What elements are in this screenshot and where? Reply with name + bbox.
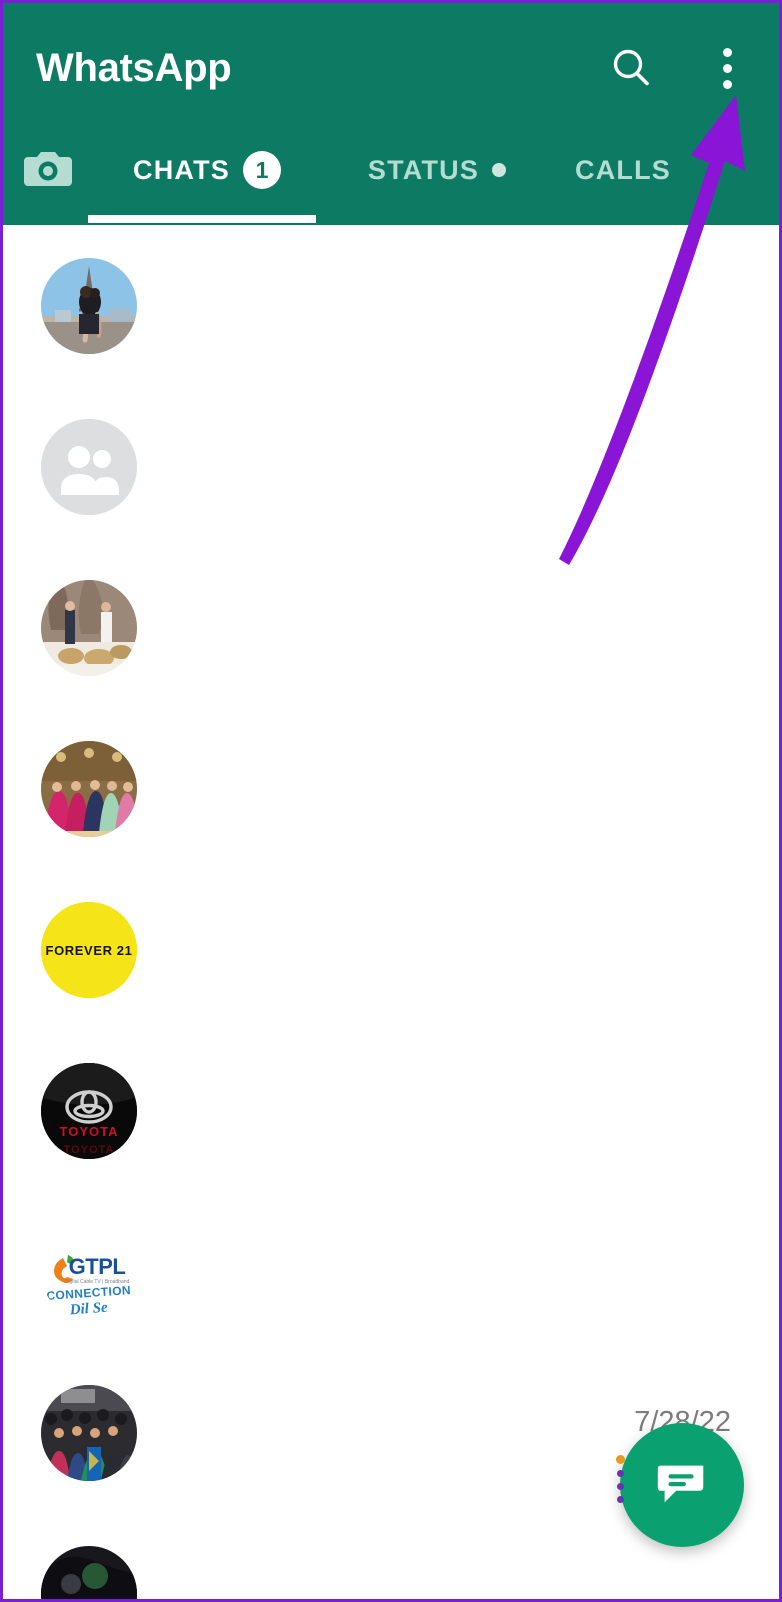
tab-calls-label: CALLS: [575, 154, 671, 185]
search-icon[interactable]: [609, 46, 653, 90]
tab-chats[interactable]: CHATS 1: [93, 133, 321, 207]
svg-text:GTPL: GTPL: [69, 1254, 126, 1279]
svg-text:TOYOTA: TOYOTA: [60, 1124, 119, 1139]
chat-list-item[interactable]: [3, 386, 779, 547]
svg-text:TOYOTA: TOYOTA: [64, 1144, 115, 1156]
new-chat-message-icon: [653, 1454, 711, 1517]
tab-bar: CHATS 1 STATUS CALLS: [3, 133, 779, 225]
tab-status-label: STATUS: [367, 154, 480, 185]
avatar-photo-crowd-celebration[interactable]: [41, 1384, 137, 1481]
app-bar-top-row: WhatsApp: [3, 3, 779, 133]
tab-chats-label: CHATS: [133, 154, 230, 185]
chat-list[interactable]: FOREVER 21 TOYOTA TOYOTA GTPL Digital Ca…: [3, 225, 779, 1599]
app-title: WhatsApp: [36, 45, 232, 90]
status-dot-indicator-icon: [492, 163, 507, 177]
avatar-photo-eiffel-tower-couple[interactable]: [41, 257, 137, 354]
chat-list-item[interactable]: [3, 225, 779, 386]
chat-list-item[interactable]: FOREVER 21: [3, 869, 779, 1030]
active-tab-indicator: [88, 215, 316, 223]
avatar-brand-forever21[interactable]: FOREVER 21: [41, 901, 137, 998]
avatar-default-group-placeholder[interactable]: [41, 418, 137, 515]
avatar-brand-toyota[interactable]: TOYOTA TOYOTA: [41, 1062, 137, 1159]
app-bar-actions: [609, 3, 749, 133]
chat-list-item[interactable]: [3, 708, 779, 869]
tab-calls[interactable]: CALLS: [553, 133, 779, 207]
svg-text:Dil Se: Dil Se: [68, 1299, 108, 1318]
avatar-photo-dark-partial[interactable]: [41, 1545, 137, 1599]
camera-icon: [22, 146, 74, 195]
tab-status[interactable]: STATUS: [321, 133, 553, 207]
app-bar: WhatsApp CHATS 1 STATUS CALLS: [3, 3, 779, 225]
dotted-artifact: [615, 1455, 625, 1507]
overflow-dots: [722, 47, 732, 89]
chats-unread-badge: 1: [243, 151, 281, 189]
svg-text:FOREVER 21: FOREVER 21: [46, 943, 133, 958]
avatar-photo-wedding-group[interactable]: [41, 740, 137, 837]
chat-list-item[interactable]: GTPL Digital Cable TV | Broadband CONNEC…: [3, 1191, 779, 1352]
phone-screen: WhatsApp CHATS 1 STATUS CALLS FOREVER 21…: [0, 0, 782, 1602]
tab-camera[interactable]: [3, 133, 93, 207]
new-chat-fab-button[interactable]: [620, 1423, 744, 1547]
avatar-brand-gtpl[interactable]: GTPL Digital Cable TV | Broadband CONNEC…: [41, 1223, 137, 1320]
chat-list-item[interactable]: [3, 547, 779, 708]
three-dot-menu-icon[interactable]: [705, 46, 749, 90]
chat-list-item[interactable]: TOYOTA TOYOTA: [3, 1030, 779, 1191]
avatar-photo-event-gathering[interactable]: [41, 579, 137, 676]
